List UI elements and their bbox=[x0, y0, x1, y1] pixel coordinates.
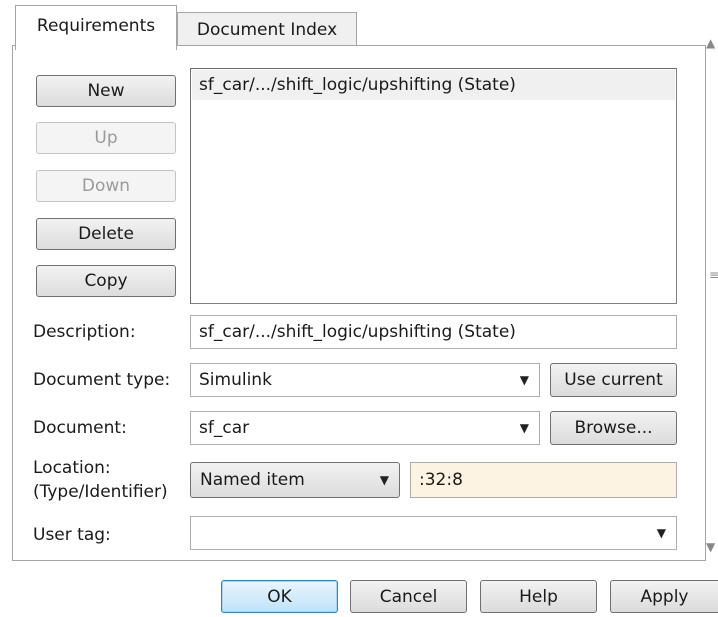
ok-label: OK bbox=[267, 586, 292, 607]
ok-button[interactable]: OK bbox=[221, 580, 338, 613]
browse-button[interactable]: Browse... bbox=[550, 411, 677, 445]
help-label: Help bbox=[519, 586, 558, 607]
user-tag-label: User tag: bbox=[33, 525, 111, 545]
chevron-down-icon: ▼ bbox=[656, 526, 666, 540]
apply-label: Apply bbox=[640, 586, 689, 607]
description-field[interactable]: sf_car/.../shift_logic/upshifting (State… bbox=[190, 315, 677, 349]
chevron-down-icon: ▼ bbox=[379, 473, 389, 487]
description-value: sf_car/.../shift_logic/upshifting (State… bbox=[199, 322, 516, 342]
user-tag-select[interactable]: ▼ bbox=[190, 516, 677, 550]
down-button[interactable]: Down bbox=[36, 170, 176, 202]
location-identifier-value: :32:8 bbox=[419, 470, 463, 490]
location-type-select[interactable]: Named item ▼ bbox=[190, 462, 400, 498]
scroll-up-icon: ▲ bbox=[706, 36, 716, 50]
up-button[interactable]: Up bbox=[36, 122, 176, 154]
apply-button[interactable]: Apply bbox=[610, 580, 718, 613]
use-current-button[interactable]: Use current bbox=[550, 363, 677, 397]
delete-button-label: Delete bbox=[78, 224, 134, 244]
document-type-label: Document type: bbox=[33, 370, 171, 390]
location-type-value: Named item bbox=[200, 470, 305, 490]
copy-button[interactable]: Copy bbox=[36, 265, 176, 297]
list-item[interactable]: sf_car/.../shift_logic/upshifting (State… bbox=[192, 70, 675, 100]
down-button-label: Down bbox=[81, 176, 131, 196]
chevron-down-icon: ▼ bbox=[519, 421, 529, 435]
up-button-label: Up bbox=[94, 128, 118, 148]
help-button[interactable]: Help bbox=[480, 580, 597, 613]
browse-label: Browse... bbox=[574, 418, 653, 438]
location-identifier-field[interactable]: :32:8 bbox=[410, 462, 677, 498]
document-label: Document: bbox=[33, 418, 127, 438]
scroll-grip-icon: ≡ bbox=[709, 268, 718, 282]
document-value: sf_car bbox=[199, 418, 250, 438]
new-button[interactable]: New bbox=[36, 75, 176, 107]
cancel-label: Cancel bbox=[379, 586, 438, 607]
cancel-button[interactable]: Cancel bbox=[350, 580, 467, 613]
tab-document-index-label: Document Index bbox=[196, 19, 338, 40]
document-type-value: Simulink bbox=[199, 370, 272, 390]
copy-button-label: Copy bbox=[84, 271, 128, 291]
location-sublabel: (Type/Identifier) bbox=[33, 482, 168, 502]
chevron-down-icon: ▼ bbox=[519, 373, 529, 387]
use-current-label: Use current bbox=[564, 370, 663, 390]
tab-requirements-label: Requirements bbox=[36, 16, 156, 36]
new-button-label: New bbox=[87, 81, 125, 101]
tab-requirements[interactable]: Requirements bbox=[15, 5, 177, 50]
description-label: Description: bbox=[33, 322, 136, 342]
document-select[interactable]: sf_car ▼ bbox=[190, 411, 540, 445]
scroll-down-icon: ▼ bbox=[706, 540, 716, 554]
requirements-list[interactable]: sf_car/.../shift_logic/upshifting (State… bbox=[190, 68, 677, 304]
location-label: Location: bbox=[33, 458, 111, 478]
document-type-select[interactable]: Simulink ▼ bbox=[190, 363, 540, 397]
delete-button[interactable]: Delete bbox=[36, 218, 176, 250]
tab-document-index[interactable]: Document Index bbox=[177, 12, 357, 46]
